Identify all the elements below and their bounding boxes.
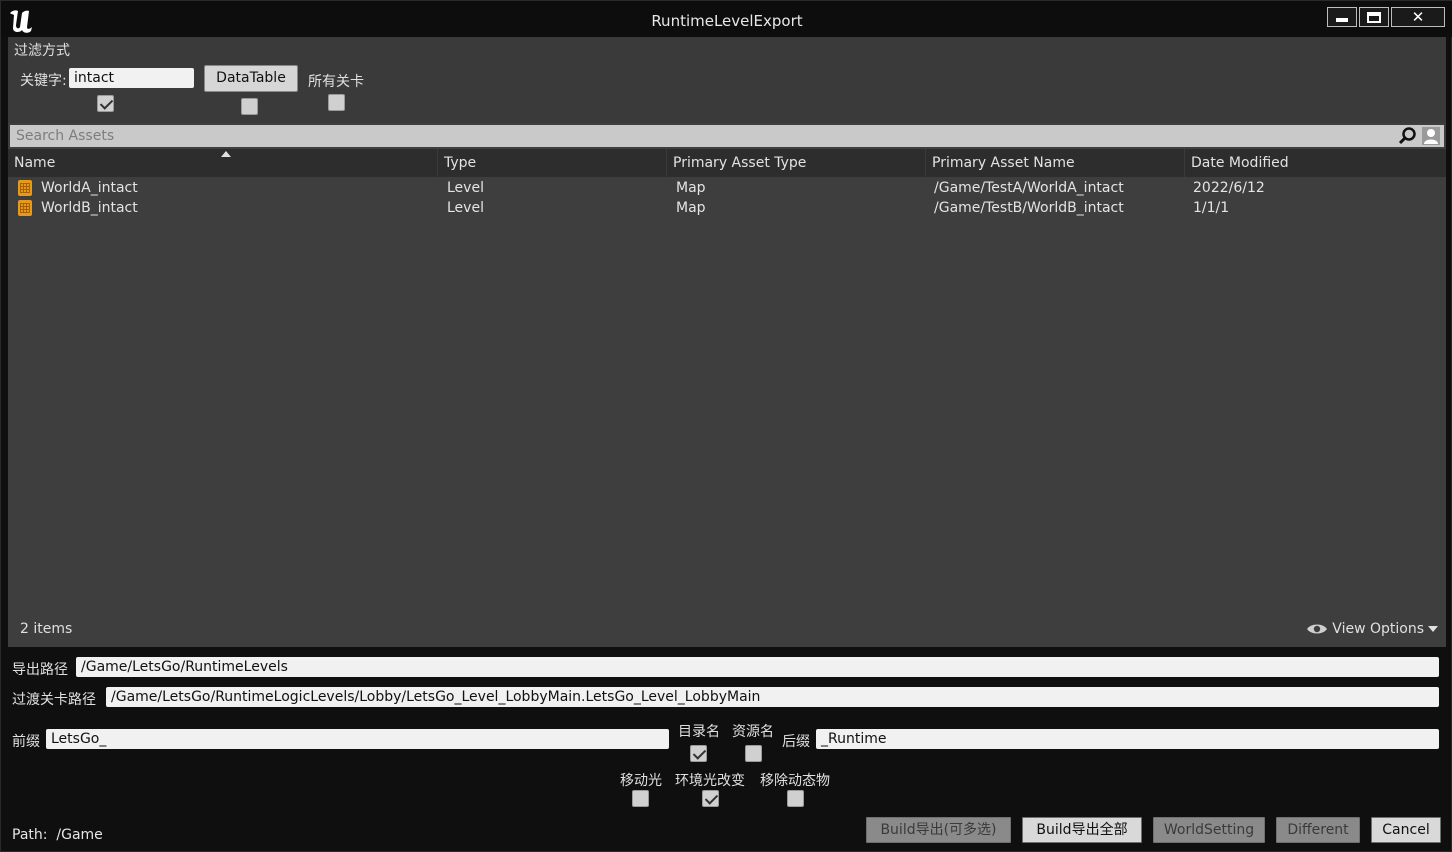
column-primary-asset-type[interactable]: Primary Asset Type (667, 149, 926, 177)
build-export-selected-button[interactable]: Build导出(可多选) (866, 817, 1011, 843)
world-setting-button[interactable]: WorldSetting (1153, 817, 1265, 843)
row-primary-name: /Game/TestA/WorldA_intact (934, 180, 1124, 196)
eye-icon (1307, 624, 1328, 634)
level-icon (18, 180, 32, 196)
chevron-down-icon (1428, 626, 1438, 632)
column-type[interactable]: Type (438, 149, 667, 177)
transition-path-label: 过渡关卡路径 (12, 692, 96, 708)
row-date: 2022/6/12 (1193, 180, 1265, 196)
sort-ascending-icon (221, 151, 231, 157)
table-row[interactable]: WorldA_intact Level Map /Game/TestA/Worl… (8, 178, 1446, 198)
dir-name-checkbox[interactable] (690, 745, 707, 762)
column-primary-asset-name[interactable]: Primary Asset Name (926, 149, 1185, 177)
minimize-icon (1336, 18, 1348, 22)
asset-name-checkbox[interactable] (745, 745, 762, 762)
remove-dynamic-checkbox[interactable] (787, 790, 804, 807)
suffix-input[interactable]: _Runtime (816, 729, 1439, 749)
env-light-label: 环境光改变 (675, 773, 745, 789)
different-button[interactable]: Different (1276, 817, 1360, 843)
keyword-label: 关键字: (20, 73, 67, 89)
suffix-label: 后缀 (782, 734, 810, 750)
build-export-all-button[interactable]: Build导出全部 (1022, 817, 1142, 843)
datatable-checkbox[interactable] (241, 98, 258, 115)
runtime-level-export-window: RuntimeLevelExport ✕ 过滤方式 关键字: intact Da… (0, 0, 1452, 852)
move-light-checkbox[interactable] (632, 790, 649, 807)
row-name: WorldA_intact (41, 180, 138, 196)
all-levels-checkbox[interactable] (328, 94, 345, 111)
row-date: 1/1/1 (1193, 200, 1230, 216)
item-count: 2 items (20, 621, 73, 637)
export-path-label: 导出路径 (12, 662, 68, 678)
current-path: Path: /Game (12, 827, 103, 843)
level-icon (18, 200, 32, 216)
cancel-button[interactable]: Cancel (1371, 817, 1441, 843)
transition-path-input[interactable]: /Game/LetsGo/RuntimeLogicLevels/Lobby/Le… (106, 687, 1439, 707)
row-type: Level (447, 180, 484, 196)
datatable-button[interactable]: DataTable (204, 65, 298, 92)
asset-browser: Search Assets Name Type Primary Asset Ty… (8, 123, 1446, 647)
column-date-modified[interactable]: Date Modified (1185, 149, 1446, 177)
prefix-input[interactable]: LetsGo_ (46, 729, 669, 749)
filter-panel: 过滤方式 关键字: intact DataTable 所有关卡 (8, 37, 1446, 123)
row-name: WorldB_intact (41, 200, 138, 216)
env-light-checkbox[interactable] (702, 790, 719, 807)
asset-name-label: 资源名 (732, 724, 774, 740)
filter-title: 过滤方式 (14, 43, 70, 59)
path-label: Path: (12, 827, 48, 843)
table-row[interactable]: WorldB_intact Level Map /Game/TestB/Worl… (8, 198, 1446, 218)
row-type: Level (447, 200, 484, 216)
table-header: Name Type Primary Asset Type Primary Ass… (8, 149, 1446, 177)
dir-name-label: 目录名 (678, 724, 720, 740)
close-icon: ✕ (1411, 8, 1425, 26)
title-bar[interactable]: RuntimeLevelExport ✕ (1, 1, 1452, 37)
close-button[interactable]: ✕ (1391, 7, 1445, 27)
maximize-button[interactable] (1359, 7, 1389, 27)
window-title: RuntimeLevelExport (651, 12, 803, 30)
remove-dynamic-label: 移除动态物 (760, 773, 830, 789)
search-input[interactable]: Search Assets (10, 125, 1444, 147)
view-options-label: View Options (1332, 621, 1424, 637)
move-light-label: 移动光 (620, 773, 662, 789)
prefix-label: 前缀 (12, 734, 40, 750)
keyword-checkbox[interactable] (97, 95, 114, 112)
keyword-input[interactable]: intact (69, 68, 194, 88)
export-path-input[interactable]: /Game/LetsGo/RuntimeLevels (76, 657, 1439, 677)
row-primary-type: Map (676, 200, 706, 216)
search-placeholder: Search Assets (16, 128, 115, 144)
path-value: /Game (56, 827, 103, 843)
maximize-icon (1367, 11, 1381, 23)
search-icon[interactable] (1398, 127, 1418, 145)
all-levels-label: 所有关卡 (308, 74, 364, 90)
view-options-button[interactable]: View Options (1306, 621, 1438, 637)
row-primary-type: Map (676, 180, 706, 196)
user-icon[interactable] (1422, 127, 1440, 145)
row-primary-name: /Game/TestB/WorldB_intact (934, 200, 1124, 216)
minimize-button[interactable] (1327, 7, 1357, 27)
